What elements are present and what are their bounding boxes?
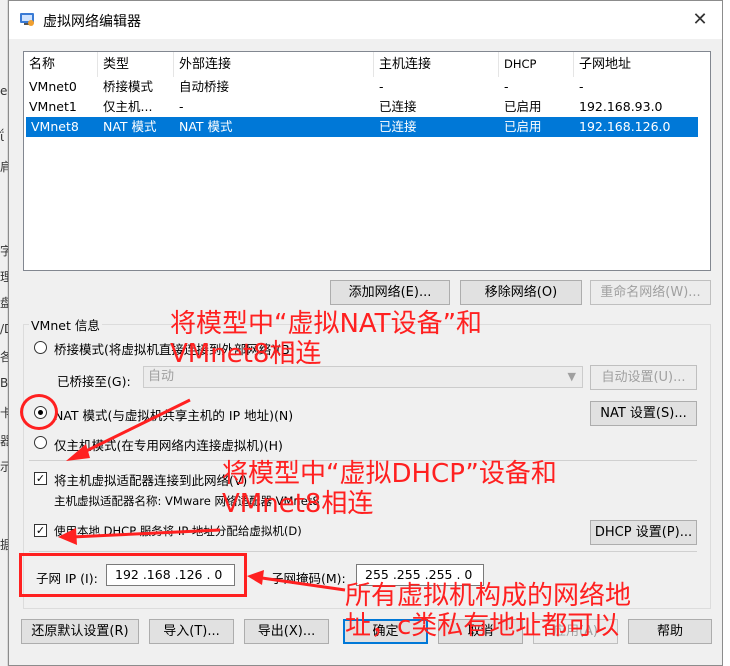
close-button[interactable]: ✕ [686,7,714,33]
cell-dhcp: 已启用 [504,119,542,134]
host-only-radio[interactable] [34,436,47,449]
column-header-dhcp[interactable]: DHCP [499,52,574,77]
nat-settings-button[interactable]: NAT 设置(S)... [590,401,697,426]
cell-external: - [179,99,184,114]
annotation-circle [20,394,58,430]
column-header-type[interactable]: 类型 [98,52,174,77]
list-header: 名称 类型 外部连接 主机连接 DHCP 子网地址 [24,52,710,77]
cell-subnet: 192.168.126.0 [579,119,671,134]
column-header-host[interactable]: 主机连接 [374,52,499,77]
bridged-to-value: 自动 [148,369,175,384]
rename-network-button[interactable]: 重命名网络(W)... [590,280,711,305]
annotation-subnet-line2: 址，c类私有地址都可以 [345,610,620,641]
add-network-button[interactable]: 添加网络(E)... [330,280,450,305]
vmnet-info-title: VMnet 信息 [29,315,102,334]
cell-dhcp: - [504,79,509,94]
dhcp-settings-button[interactable]: DHCP 设置(P)... [590,520,697,545]
column-header-name[interactable]: 名称 [24,52,98,77]
annotation-dhcp-text: 将模型中“虚拟DHCP”设备和 VMnet8相连 [222,459,557,520]
annotation-nat-line2: VMnet8相连 [170,338,322,369]
bridged-to-label: 已桥接至(G): [57,374,131,389]
bridge-mode-radio[interactable] [34,341,47,354]
nat-mode-label: NAT 模式(与虚拟机共享主机的 IP 地址)(N) [54,408,294,423]
annotation-dhcp-line2: VMnet8相连 [222,488,374,519]
remove-network-button[interactable]: 移除网络(O) [460,280,582,305]
network-editor-icon [20,13,34,26]
cell-external: NAT 模式 [179,119,233,134]
cell-host: 已连接 [379,119,417,134]
cell-subnet: 192.168.93.0 [579,99,663,114]
network-list[interactable]: 名称 类型 外部连接 主机连接 DHCP 子网地址 VMnet0 桥接模式 自动… [23,51,711,271]
table-row[interactable]: VMnet1 仅主机... - 已连接 已启用 192.168.93.0 [24,97,710,117]
cell-dhcp: 已启用 [504,99,542,114]
use-dhcp-label: 使用本地 DHCP 服务将 IP 地址分配给虚拟机(D) [54,524,302,538]
cell-name: VMnet0 [29,79,77,94]
connect-adapter-label: 将主机虚拟适配器连接到此网络(V) [54,473,248,488]
cell-host: - [379,79,384,94]
annotation-nat-text: 将模型中“虚拟NAT设备”和 VMnet8相连 [170,309,483,370]
column-header-external[interactable]: 外部连接 [174,52,374,77]
use-dhcp-checkbox[interactable]: ✓ [34,524,47,537]
annotation-subnet-line1: 所有虚拟机构成的网络地 [345,581,632,611]
cell-host: 已连接 [379,99,417,114]
bg-glyph: ΐ [0,130,5,144]
column-header-subnet[interactable]: 子网地址 [574,52,699,77]
subnet-mask-label: 子网掩码(M): [271,571,346,586]
annotation-subnet-text: 所有虚拟机构成的网络地 址，c类私有地址都可以 [345,581,632,642]
host-only-label: 仅主机模式(在专用网络内连接虚拟机)(H) [54,438,283,453]
restore-defaults-button[interactable]: 还原默认设置(R) [21,619,139,644]
bg-glyph: B [0,376,9,390]
cell-subnet: - [579,79,584,94]
bg-glyph: e [0,84,8,98]
cell-type: 桥接模式 [103,79,154,94]
cell-name: VMnet8 [31,119,79,134]
table-row-selected[interactable]: VMnet8 NAT 模式 NAT 模式 已连接 已启用 192.168.126… [26,117,698,137]
divider [29,551,697,552]
import-button[interactable]: 导入(T)... [149,619,234,644]
help-button[interactable]: 帮助 [628,619,712,644]
title-bar: 虚拟网络编辑器 ✕ [9,1,722,39]
chevron-down-icon: ▼ [567,370,576,383]
cell-external: 自动桥接 [179,79,230,94]
export-button[interactable]: 导出(X)... [244,619,329,644]
auto-settings-button[interactable]: 自动设置(U)... [590,365,697,390]
cell-type: 仅主机... [103,99,153,114]
connect-adapter-checkbox[interactable]: ✓ [34,472,47,485]
background-app-strip: e ΐ 肩 字 理 盘 /D 各 B 卡 器 示 据 [0,0,13,666]
cell-type: NAT 模式 [103,119,157,134]
annotation-dhcp-line1: 将模型中“虚拟DHCP”设备和 [222,459,557,489]
table-row[interactable]: VMnet0 桥接模式 自动桥接 - - - [24,77,710,97]
window-title: 虚拟网络编辑器 [43,14,141,30]
annotation-box [19,553,247,597]
cell-name: VMnet1 [29,99,77,114]
annotation-nat-line1: 将模型中“虚拟NAT设备”和 [170,309,483,339]
